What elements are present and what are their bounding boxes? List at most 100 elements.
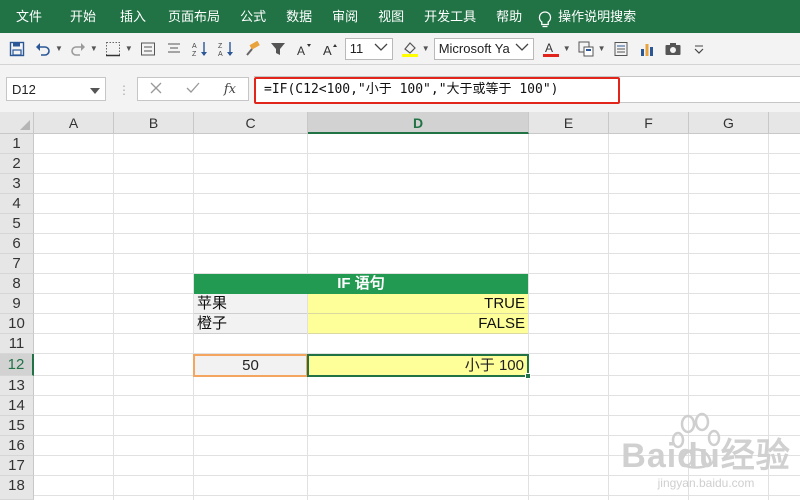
camera-icon[interactable] (662, 37, 684, 61)
format-dropdown-icon[interactable]: ▼ (598, 44, 606, 53)
row-header-13[interactable]: 13 (0, 376, 34, 396)
cell-d9[interactable]: TRUE (308, 294, 528, 314)
row-header-9[interactable]: 9 (0, 294, 34, 314)
tab-developer[interactable]: 开发工具 (420, 0, 492, 33)
sort-descending-icon[interactable]: ZA (215, 37, 237, 61)
watermark-text: Baidu经验 (621, 437, 791, 475)
svg-text:A: A (297, 44, 305, 57)
filter-icon[interactable] (267, 37, 289, 61)
row-header-1[interactable]: 1 (0, 134, 34, 154)
fill-handle[interactable] (525, 373, 531, 379)
format-painter-icon[interactable] (241, 37, 263, 61)
svg-text:Z: Z (218, 43, 223, 50)
formula-text[interactable]: =IF(C12<100,"小于 100","大于或等于 100") (264, 80, 559, 100)
svg-text:A: A (218, 51, 223, 58)
chevron-down-icon (374, 43, 388, 54)
row-header-11[interactable]: 11 (0, 334, 34, 354)
name-box-value: D12 (12, 81, 36, 97)
enter-icon[interactable] (186, 82, 200, 97)
increase-font-icon[interactable]: A (319, 37, 341, 61)
lightbulb-icon (538, 8, 552, 27)
chevron-down-icon (515, 43, 529, 54)
svg-text:A: A (545, 41, 553, 55)
row-header-10[interactable]: 10 (0, 314, 34, 334)
center-align-icon[interactable] (137, 37, 159, 61)
table-title[interactable]: IF 语句 (194, 274, 528, 294)
chevron-down-icon[interactable] (90, 82, 100, 97)
tab-data[interactable]: 数据 (282, 0, 328, 33)
fill-color-dropdown-icon[interactable]: ▼ (422, 44, 430, 53)
row-header-6[interactable]: 6 (0, 234, 34, 254)
row-header-4[interactable]: 4 (0, 194, 34, 214)
insert-function-button[interactable]: fx (224, 82, 236, 97)
formula-buttons: fx (137, 77, 249, 101)
align-icon[interactable] (163, 37, 185, 61)
tell-me-label: 操作说明搜索 (558, 9, 637, 24)
save-icon[interactable] (6, 37, 28, 61)
tab-formulas[interactable]: 公式 (236, 0, 282, 33)
font-name-value: Microsoft Ya (438, 41, 510, 56)
quick-access-toolbar: ▼ ▼ ▼ AZ ZA A A 11 ▼ Microsoft Ya A ▼ ▼ (0, 33, 800, 65)
watermark-subtext: jingyan.baidu.com (657, 476, 755, 490)
redo-dropdown-icon[interactable]: ▼ (90, 44, 98, 53)
svg-text:Z: Z (192, 51, 197, 58)
customize-icon[interactable] (688, 37, 710, 61)
row-header-17[interactable]: 17 (0, 456, 34, 476)
format-icon[interactable] (575, 37, 597, 61)
cell-c12[interactable]: 50 (193, 354, 308, 377)
cell-c10[interactable]: 橙子 (194, 314, 307, 334)
row-header-8[interactable]: 8 (0, 274, 34, 294)
column-header-h[interactable] (769, 112, 800, 134)
undo-dropdown-icon[interactable]: ▼ (55, 44, 63, 53)
column-header-a[interactable]: A (34, 112, 114, 134)
select-all-button[interactable] (0, 112, 34, 134)
column-header-e[interactable]: E (529, 112, 609, 134)
row-header-7[interactable]: 7 (0, 254, 34, 274)
tab-home[interactable]: 开始 (58, 0, 112, 33)
svg-text:A: A (323, 43, 332, 57)
tab-help[interactable]: 帮助 (492, 0, 538, 33)
font-name-select[interactable]: Microsoft Ya (433, 37, 534, 60)
font-size-select[interactable]: 11 (344, 37, 393, 60)
chart-icon[interactable] (636, 37, 658, 61)
redo-icon[interactable] (67, 37, 89, 61)
tab-review[interactable]: 审阅 (328, 0, 374, 33)
font-color-dropdown-icon[interactable]: ▼ (563, 44, 571, 53)
row-header-18[interactable]: 18 (0, 476, 34, 500)
column-header-d[interactable]: D (308, 112, 529, 134)
row-header-5[interactable]: 5 (0, 214, 34, 234)
decrease-font-icon[interactable]: A (293, 37, 315, 61)
baidu-watermark: Baidu经验 jingyan.baidu.com (616, 410, 796, 498)
cell-d12-active[interactable]: 小于 100 (307, 354, 529, 377)
column-header-b[interactable]: B (114, 112, 194, 134)
column-header-f[interactable]: F (609, 112, 689, 134)
tab-insert[interactable]: 插入 (112, 0, 162, 33)
splitter-icon[interactable]: ⋮ (118, 83, 130, 97)
cell-c9[interactable]: 苹果 (194, 294, 307, 314)
svg-text:A: A (192, 43, 197, 50)
row-header-16[interactable]: 16 (0, 436, 34, 456)
column-header-c[interactable]: C (194, 112, 308, 134)
ribbon-tabs: 文件 开始 插入 页面布局 公式 数据 审阅 视图 开发工具 帮助 操作说明搜索 (0, 0, 800, 33)
tab-file[interactable]: 文件 (0, 0, 58, 33)
font-size-value: 11 (349, 41, 364, 56)
row-header-14[interactable]: 14 (0, 396, 34, 416)
tab-view[interactable]: 视图 (374, 0, 420, 33)
row-header-2[interactable]: 2 (0, 154, 34, 174)
sort-ascending-icon[interactable]: AZ (189, 37, 211, 61)
row-header-12[interactable]: 12 (0, 354, 34, 376)
cell-d10[interactable]: FALSE (308, 314, 528, 334)
tell-me-search[interactable]: 操作说明搜索 (538, 0, 652, 33)
fill-color-icon[interactable] (399, 37, 421, 61)
tab-page-layout[interactable]: 页面布局 (162, 0, 236, 33)
column-header-g[interactable]: G (689, 112, 769, 134)
form-icon[interactable] (610, 37, 632, 61)
cancel-icon[interactable] (150, 82, 162, 97)
row-header-3[interactable]: 3 (0, 174, 34, 194)
name-box[interactable]: D12 (6, 77, 106, 101)
undo-icon[interactable] (32, 37, 54, 61)
borders-dropdown-icon[interactable]: ▼ (125, 44, 133, 53)
row-header-15[interactable]: 15 (0, 416, 34, 436)
font-color-icon[interactable]: A (540, 37, 562, 61)
borders-icon[interactable] (102, 37, 124, 61)
